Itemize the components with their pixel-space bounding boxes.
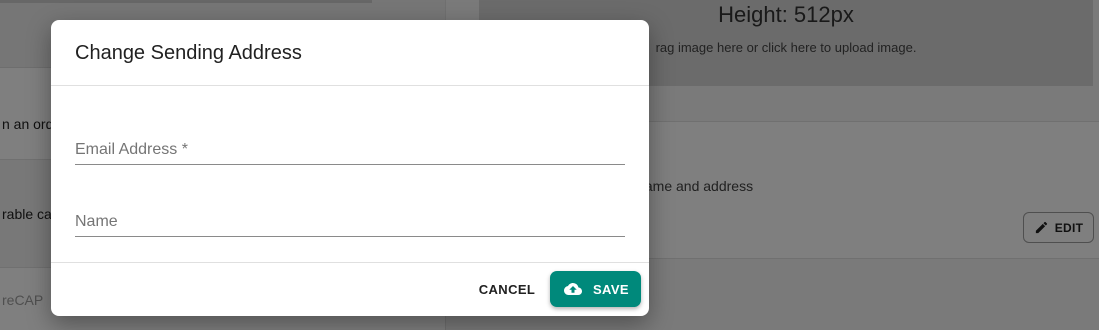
name-field[interactable] bbox=[75, 207, 625, 237]
cloud-upload-icon bbox=[563, 283, 582, 295]
dialog-title: Change Sending Address bbox=[75, 42, 302, 64]
save-label: SAVE bbox=[592, 281, 630, 297]
email-address-input[interactable] bbox=[75, 135, 625, 164]
save-button[interactable]: SAVE bbox=[550, 271, 641, 307]
change-sending-address-dialog: Change Sending Address CANCEL SAVE bbox=[51, 20, 649, 316]
email-address-field[interactable] bbox=[75, 135, 625, 165]
divider bbox=[51, 85, 649, 86]
divider bbox=[51, 262, 649, 263]
name-input[interactable] bbox=[75, 207, 625, 236]
cancel-button[interactable]: CANCEL bbox=[471, 274, 543, 304]
